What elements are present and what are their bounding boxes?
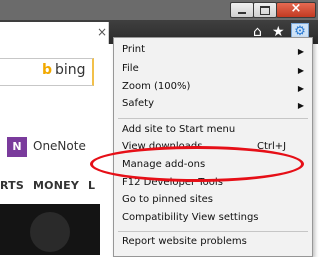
onenote-link[interactable]: OneNote (33, 139, 86, 153)
close-window-button[interactable]: × (276, 1, 316, 18)
menu-item-compatibility-view[interactable]: Compatibility View settings (122, 212, 259, 228)
close-icon: × (290, 1, 302, 16)
menu-separator (118, 231, 308, 232)
bing-logo: b bing (42, 62, 86, 78)
menu-item-file[interactable]: File (122, 63, 139, 79)
bing-label: bing (55, 62, 86, 78)
submenu-arrow-icon: ▶ (297, 66, 304, 75)
submenu-arrow-icon: ▶ (297, 101, 304, 110)
highlight-ellipse (90, 146, 304, 182)
submenu-arrow-icon: ▶ (297, 84, 304, 93)
menu-item-zoom[interactable]: Zoom (100%) (122, 81, 190, 97)
bing-b-icon: b (42, 62, 53, 78)
nav-item-money[interactable]: MONEY (33, 179, 79, 192)
menu-item-print[interactable]: Print (122, 44, 145, 60)
browser-tab[interactable] (0, 22, 109, 44)
submenu-arrow-icon: ▶ (297, 47, 304, 56)
menu-item-pinned-sites[interactable]: Go to pinned sites (122, 194, 213, 210)
nav-item-sports[interactable]: RTS (0, 179, 24, 192)
menu-separator (118, 118, 308, 119)
minimize-button[interactable] (230, 2, 254, 18)
menu-item-report-problems[interactable]: Report website problems (122, 236, 247, 252)
menu-item-add-site[interactable]: Add site to Start menu (122, 124, 235, 140)
nav-item-partial[interactable]: L (88, 179, 95, 192)
menu-item-safety[interactable]: Safety (122, 98, 154, 114)
tab-close-icon[interactable]: × (97, 25, 107, 39)
maximize-button[interactable] (253, 2, 277, 18)
page-image (0, 204, 100, 255)
onenote-icon[interactable]: N (7, 137, 27, 157)
